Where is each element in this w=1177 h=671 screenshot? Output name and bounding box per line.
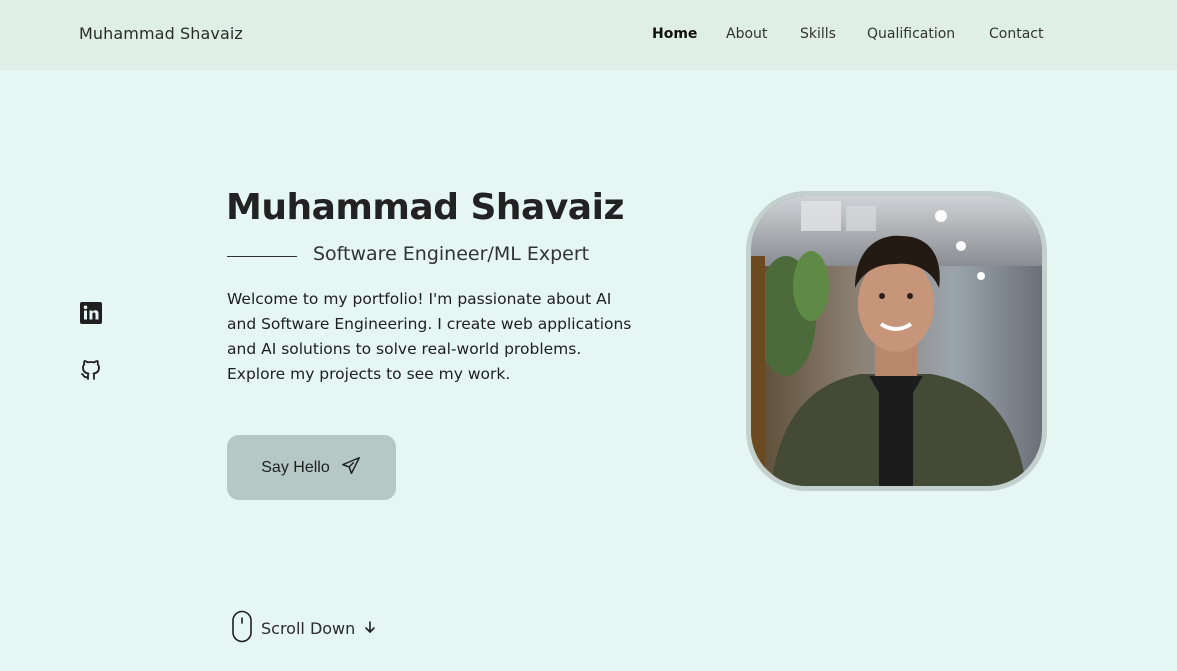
hero-name: Muhammad Shavaiz [226, 187, 624, 228]
say-hello-button[interactable]: Say Hello [227, 435, 396, 500]
github-icon[interactable] [79, 357, 103, 383]
site-logo[interactable]: Muhammad Shavaiz [79, 24, 243, 43]
mouse-icon [231, 610, 253, 647]
nav-about[interactable]: About [726, 26, 767, 42]
subtitle-divider [227, 256, 297, 257]
nav-skills[interactable]: Skills [800, 26, 836, 42]
hero-description: Welcome to my portfolio! I'm passionate … [227, 290, 632, 383]
nav-home[interactable]: Home [652, 26, 697, 42]
linkedin-icon[interactable] [79, 301, 103, 325]
say-hello-label: Say Hello [261, 458, 330, 476]
nav-qualification[interactable]: Qualification [867, 26, 955, 42]
site-header: Muhammad Shavaiz Home About Skills Quali… [0, 0, 1177, 70]
nav-contact[interactable]: Contact [989, 26, 1043, 42]
profile-photo [746, 191, 1047, 491]
hero-subtitle: Software Engineer/ML Expert [313, 243, 590, 265]
scroll-down-link[interactable]: Scroll Down [231, 610, 377, 647]
arrow-down-icon [363, 619, 377, 638]
send-icon [340, 455, 362, 480]
scroll-down-label: Scroll Down [261, 619, 356, 638]
